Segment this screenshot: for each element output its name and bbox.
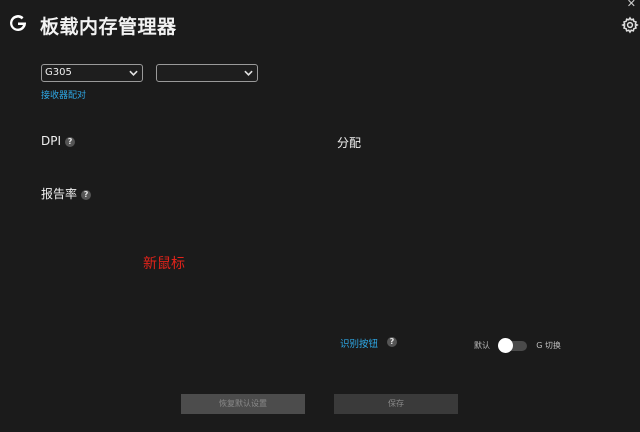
reset-defaults-button[interactable]: 恢复默认设置 <box>181 394 305 414</box>
onboard-memory-manager-window: 板载内存管理器 ✕ G305 接收器配对 DPI? 分配 报告率? 新鼠标 识别… <box>0 0 640 432</box>
mode-toggle-group: 默认 G 切换 <box>474 335 561 353</box>
identify-help-icon[interactable]: ? <box>387 337 397 347</box>
toggle-knob <box>498 337 514 353</box>
identify-buttons-link[interactable]: 识别按钮 <box>340 336 378 350</box>
report-rate-label: 报告率 <box>41 187 78 201</box>
logitech-g-logo-icon <box>10 15 26 32</box>
secondary-select[interactable] <box>156 64 258 82</box>
mode-toggle-switch[interactable] <box>498 337 528 353</box>
dpi-label: DPI <box>41 134 62 148</box>
close-icon[interactable]: ✕ <box>627 0 636 10</box>
dpi-help-icon[interactable]: ? <box>65 136 76 147</box>
toggle-default-label: 默认 <box>474 340 490 350</box>
device-select-value: G305 <box>45 67 72 78</box>
chevron-down-icon <box>129 70 138 76</box>
assignment-section: 分配 <box>337 134 361 151</box>
app-title: 板载内存管理器 <box>40 16 177 38</box>
toggle-g-shift-label: G 切换 <box>536 340 561 350</box>
gear-icon[interactable] <box>621 16 639 34</box>
chevron-down-icon <box>244 70 253 76</box>
assignment-label: 分配 <box>337 136 362 150</box>
new-mouse-status: 新鼠标 <box>143 256 185 272</box>
report-rate-section: 报告率? <box>41 185 92 202</box>
report-rate-help-icon[interactable]: ? <box>81 189 92 200</box>
dpi-section: DPI? <box>41 134 76 148</box>
receiver-pairing-link[interactable]: 接收器配对 <box>41 88 86 101</box>
save-button[interactable]: 保存 <box>334 394 458 414</box>
device-select[interactable]: G305 <box>41 64 143 82</box>
